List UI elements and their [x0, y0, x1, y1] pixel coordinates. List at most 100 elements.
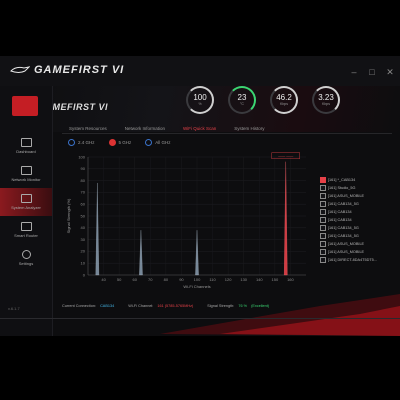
legend-label: [161] *_CAB134 — [328, 178, 356, 182]
y-tick-label: 20 — [81, 249, 86, 254]
sidebar-item-label: Smart Router — [14, 233, 38, 238]
window-controls: – □ ✕ — [350, 67, 394, 78]
signal-strength: Signal Strength: 76 % (Excellent) — [207, 304, 270, 308]
wifi-channel: Wi-Fi Channel: 161 (5785-5765MHz) — [128, 304, 194, 308]
tab-network-information[interactable]: Network Information — [118, 125, 172, 133]
gauge-value: 46.2 — [276, 93, 292, 102]
radio-icon — [68, 139, 75, 146]
legend-label: [161] ASUS_MOBILE — [328, 194, 365, 198]
wifi-channel-chart: 010203040506070809010040 50 60 70 80 90 100 110… — [66, 152, 306, 289]
status-value: CAB134 — [100, 304, 115, 308]
legend-item[interactable]: [161] CAB134_5G — [320, 224, 386, 232]
legend-label: [161] CAB134 — [328, 210, 352, 214]
status-value: 76 % — [238, 304, 248, 308]
title-bar: GAMEFIRST VI – □ ✕ — [0, 56, 400, 87]
legend-item[interactable]: [161] Studio_5G — [320, 184, 386, 192]
checkbox-icon — [320, 177, 326, 183]
status-label: Signal Strength — [207, 304, 234, 308]
version-label: v.6.1.7 — [8, 306, 20, 311]
tab-system-resources[interactable]: System Resources — [62, 125, 114, 133]
status-label: Wi-Fi Channel — [128, 304, 153, 308]
band-option-2-4ghz[interactable]: 2.4 GHz — [68, 139, 95, 146]
temperature-gauge: 23 °C — [228, 86, 256, 114]
legend-item[interactable]: [161] *_CAB134 — [320, 176, 386, 184]
checkbox-icon — [320, 257, 326, 263]
download-gauge: 46.2 Kbps — [270, 86, 298, 114]
y-tick-label: 30 — [81, 237, 86, 242]
checkbox-icon — [320, 209, 326, 215]
sidebar-nav: Dashboard Network Monitor System Analyze… — [0, 132, 52, 272]
status-label: Current Connection — [62, 304, 95, 308]
y-tick-label: 70 — [81, 190, 86, 195]
y-tick-label: 40 — [81, 225, 86, 230]
y-tick-label: 90 — [81, 166, 86, 171]
band-option-5ghz[interactable]: 5 GHz — [108, 139, 132, 146]
y-tick-label: 60 — [81, 202, 86, 207]
x-tick-label: 60 — [132, 277, 137, 282]
legend-item[interactable]: [161] CAB134_5G — [320, 232, 386, 240]
channel-peak — [95, 182, 100, 276]
legend-label: [161] CAB134_5G — [328, 234, 359, 238]
status-note: (Excellent) — [251, 304, 270, 308]
band-label: All GHz — [155, 140, 171, 145]
sidebar-item-system-analyzer[interactable]: System Analyzer — [0, 188, 52, 216]
gauge-value: 3.23 — [318, 93, 334, 102]
legend-item[interactable]: [161] ASUS_MOBILE — [320, 192, 386, 200]
tab-system-history[interactable]: System History — [227, 125, 271, 133]
gauge-value: 100 — [193, 93, 207, 102]
band-option-all[interactable]: All GHz — [145, 139, 171, 146]
legend-item[interactable]: [161] ASUS_MOBILE — [320, 248, 386, 256]
legend-item[interactable]: [161] CAB134 — [320, 208, 386, 216]
sidebar-item-label: Network Monitor — [11, 177, 41, 182]
sidebar-item-network-monitor[interactable]: Network Monitor — [0, 160, 52, 188]
app-window: GAMEFIRST VI – □ ✕ GAMEFIRST VI 100 % 23… — [0, 56, 400, 336]
rog-logo-badge — [12, 96, 38, 116]
sidebar-item-label: Settings — [18, 261, 34, 266]
gauge-value: 23 — [237, 93, 247, 102]
channel-peak — [284, 161, 288, 276]
router-icon — [20, 222, 32, 231]
sidebar-item-label: Dashboard — [16, 149, 36, 154]
legend-item[interactable]: [161] CAB134 — [320, 216, 386, 224]
checkbox-icon — [320, 185, 326, 191]
network-legend: [161] *_CAB134 [161] Studio_5G [161] ASUS_… — [320, 176, 386, 264]
checkbox-icon — [320, 225, 326, 231]
bottom-divider — [0, 318, 400, 319]
channel-peak — [139, 230, 143, 276]
peak-annotation: —— —— — [278, 154, 293, 158]
gauge-unit: % — [198, 102, 202, 106]
legend-item[interactable]: [161] ASUS_MOBILE — [320, 240, 386, 248]
sidebar-item-smart-router[interactable]: Smart Router — [0, 216, 52, 244]
legend-label: [161] ASUS_MOBILE — [328, 242, 365, 246]
legend-item[interactable]: [161] DIRECT-8DA4T5DT5... — [320, 256, 386, 264]
checkbox-icon — [320, 201, 326, 207]
band-selector: 2.4 GHz 5 GHz All GHz — [68, 139, 171, 146]
tab-divider — [62, 133, 392, 134]
sidebar-item-settings[interactable]: Settings — [0, 244, 52, 272]
y-tick-label: 50 — [81, 213, 86, 218]
y-tick-label: 100 — [78, 154, 85, 159]
legend-label: [161] DIRECT-8DA4T5DT5... — [328, 258, 377, 262]
checkbox-icon — [320, 217, 326, 223]
system-analyzer-icon — [20, 194, 32, 203]
sidebar-item-label: System Analyzer — [11, 205, 41, 210]
channel-peak — [195, 230, 199, 276]
gauge-unit: Kbps — [280, 102, 288, 106]
y-tick-label: 10 — [81, 261, 86, 266]
band-label: 2.4 GHz — [78, 140, 95, 145]
y-axis-label: Signal Strength (%) — [66, 198, 71, 233]
sidebar-item-dashboard[interactable]: Dashboard — [0, 132, 52, 160]
x-tick-label: 40 — [101, 277, 106, 282]
upload-gauge: 3.23 Kbps — [312, 86, 340, 114]
dashboard-icon — [20, 138, 32, 147]
stats-gauges: 100 % 23 °C 46.2 Kbps 3.23 Kbps — [186, 86, 340, 114]
y-tick-label: 0 — [83, 272, 86, 277]
band-label: 5 GHz — [118, 140, 132, 145]
checkbox-icon — [320, 233, 326, 239]
radio-selected-icon — [108, 139, 116, 146]
minimize-button[interactable]: – — [350, 67, 358, 77]
maximize-button[interactable]: □ — [368, 67, 376, 77]
x-tick-label: 50 — [117, 277, 122, 282]
close-button[interactable]: ✕ — [386, 67, 394, 77]
legend-item[interactable]: [161] CAB134_5G — [320, 200, 386, 208]
